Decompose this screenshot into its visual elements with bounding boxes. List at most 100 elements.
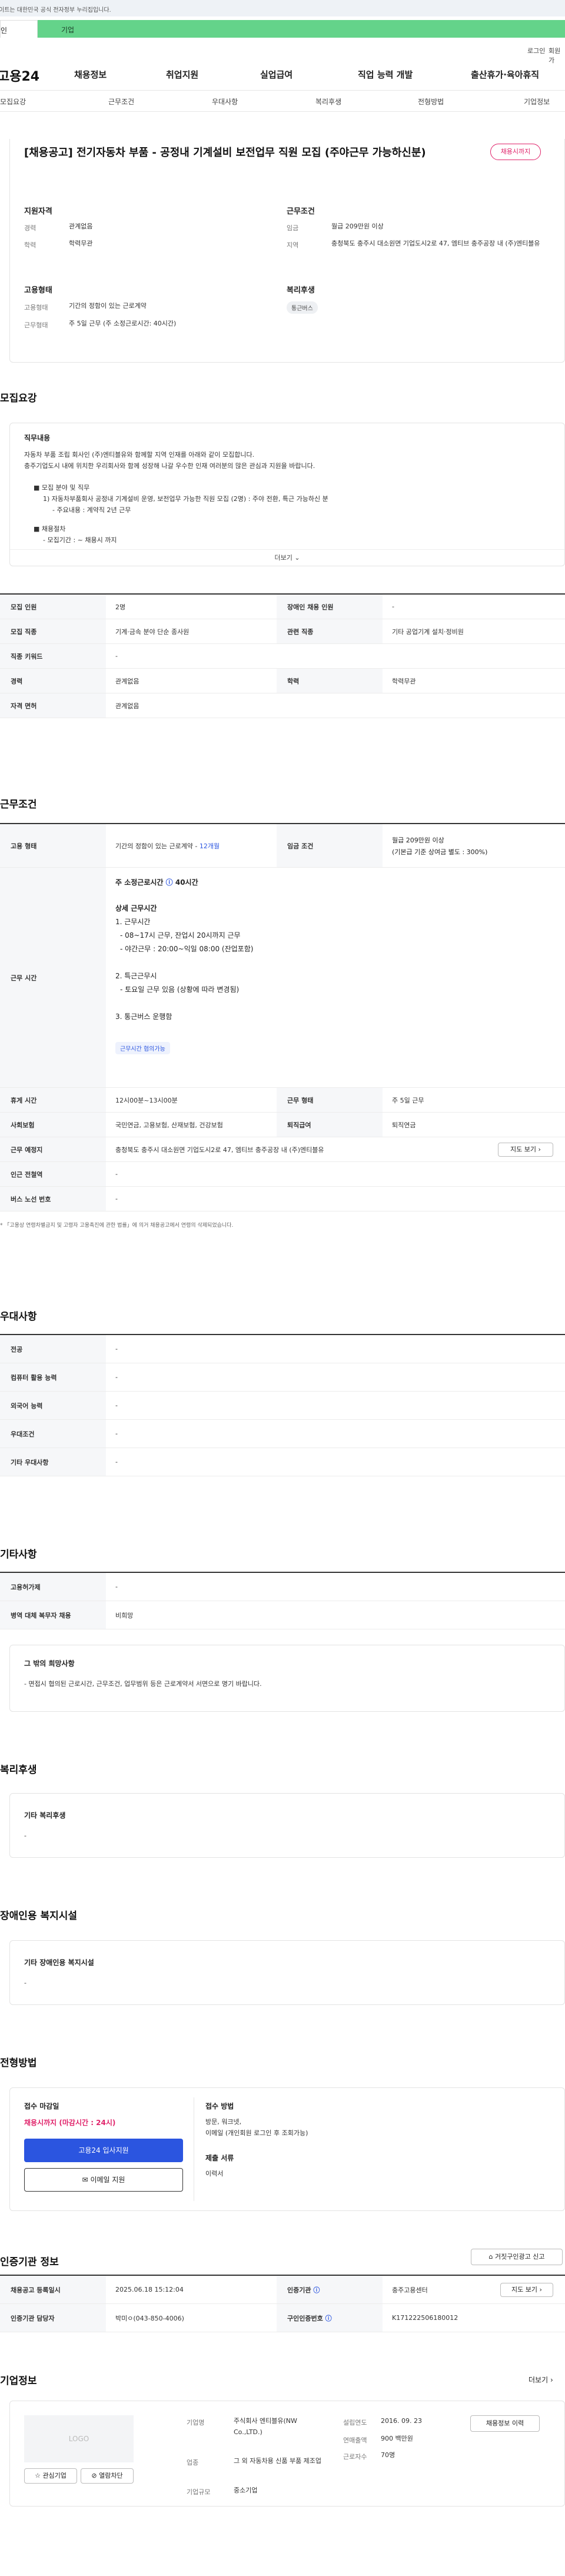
career-value: 관계없음: [69, 223, 93, 230]
method-label: 접수 방법: [205, 2102, 234, 2110]
hours-value: 주 5일 근무 (주 소정근로시간: 40시간): [69, 320, 177, 327]
hours-chip: 근무시간 협의가능: [115, 1042, 170, 1054]
method-value-2: 이메일 (개인회원 로그인 후 조회가능): [205, 2129, 308, 2137]
info-icon[interactable]: ⓘ: [166, 878, 173, 887]
table-row: 모집 인원 2명 장애인 채용 인원 -: [0, 595, 565, 619]
disab-box: 기타 장애인용 복지시설 -: [9, 1940, 565, 2005]
tab-individual[interactable]: 인: [0, 20, 38, 38]
desc-line-2: 충주기업도시 내에 위치한 우리회사와 함께 성장해 나갈 우수한 인재 여러분…: [24, 462, 315, 470]
job-desc-title: 직무내용: [24, 434, 51, 442]
tab-company[interactable]: 기업: [38, 20, 565, 38]
benefit-heading: 복리후생: [0, 1764, 37, 1776]
ben-title: 복리후생: [287, 286, 315, 295]
est-label: 설립연도: [343, 2419, 367, 2426]
table-row: 고용 형태 기간의 정함이 있는 근로계약 - 12개월 임금 조건 월급 20…: [0, 824, 565, 868]
etc-heading: 기타사항: [0, 1549, 37, 1561]
ind-value: 그 외 자동차용 신품 부품 제조업: [234, 2457, 322, 2465]
career-label: 경력: [24, 224, 36, 232]
docs-value: 이력서: [205, 2170, 224, 2177]
deadline-value: 채용시까지 (마감시간 : 24시): [24, 2119, 116, 2127]
table-row: 사회보험 국민연금, 고용보험, 산재보험, 건강보험 퇴직급여 퇴직연금: [0, 1113, 565, 1137]
est-value: 2016. 09. 23: [381, 2417, 422, 2425]
rev-label: 연매출액: [343, 2436, 367, 2444]
company-card: LOGO ☆ 관심기업 ⊘ 열람차단 기업명 주식회사 엔티블유(NW Co.,…: [9, 2401, 565, 2507]
cond-title: 근무조건: [287, 207, 315, 216]
table-row: 버스 노선 번호 -: [0, 1187, 565, 1211]
rev-value: 900 백만원: [381, 2435, 413, 2442]
table-row: 컴퓨터 활용 능력 -: [0, 1363, 565, 1392]
emp-label: 근로자수: [343, 2453, 367, 2461]
desc-line-1: 자동차 부품 조립 회사인 (주)엔티블유와 함께할 지역 인재를 아래와 같이…: [24, 451, 255, 459]
apply-button[interactable]: 고용24 입사지원: [24, 2139, 183, 2162]
edu-label: 학력: [24, 241, 36, 249]
etc-box-title: 그 밖의 희망사항: [24, 1659, 75, 1668]
subnav-benefit[interactable]: 복리후생: [315, 97, 341, 107]
table-row: 직종 키워드 -: [0, 644, 565, 669]
site-logo[interactable]: 고용24: [0, 66, 39, 85]
table-row: 채용공고 등록일시 2025.06.18 15:12:04 인증기관 ⓘ 충주고용센터…: [0, 2276, 565, 2304]
screen-heading: 전형방법: [0, 2057, 37, 2069]
table-row: 휴게 시간 12시00분~13시00분 근무 형태 주 5일 근무: [0, 1088, 565, 1113]
emp-title: 고용형태: [24, 286, 52, 295]
gnb-jobs[interactable]: 채용정보: [74, 68, 107, 81]
subnav-work[interactable]: 근무조건: [108, 97, 134, 107]
recruit-heading: 모집요강: [0, 393, 37, 404]
emptype-label: 고용형태: [24, 304, 48, 311]
table-row: 외국어 능력 -: [0, 1392, 565, 1420]
job-summary-card: [채용공고] 전기자동차 부품 - 공정내 기계설비 보전업무 직원 모집 (주…: [9, 139, 565, 363]
fav-button[interactable]: ☆ 관심기업: [24, 2468, 77, 2484]
subnav-recruit[interactable]: 모집요강: [0, 97, 26, 107]
name-value: 주식회사 엔티블유(NW Co.,LTD.): [234, 2417, 297, 2436]
gnb-leave[interactable]: 출산휴가·육아휴직: [471, 68, 539, 81]
table-row: 인근 전철역 -: [0, 1162, 565, 1187]
gnb-training[interactable]: 직업 능력 개발: [358, 68, 413, 81]
disab-box-title: 기타 장애인용 복지시설: [24, 1958, 94, 1967]
info-icon[interactable]: ⓘ: [325, 2313, 332, 2323]
hours-row: 근무 시간 주 소정근로시간 ⓘ 40시간 상세 근무시간 1. 근무시간 - …: [0, 868, 565, 1088]
report-button[interactable]: ⌂ 거짓구인광고 신고: [471, 2249, 563, 2265]
benefit-box: 기타 복리후생 -: [9, 1793, 565, 1858]
company-logo: LOGO: [24, 2415, 134, 2462]
email-apply-button[interactable]: ✉ 이메일 지원: [24, 2168, 183, 2192]
table-row: 기타 우대사항 -: [0, 1448, 565, 1476]
desc-line-4: 1) 자동차부품회사 공정내 기계설비 운영, 보전업무 가능한 직원 모집 (…: [43, 495, 328, 503]
emp-value: 70명: [381, 2451, 396, 2459]
deadline-label: 접수 마감일: [24, 2102, 59, 2110]
job-title: [채용공고] 전기자동차 부품 - 공정내 기계설비 보전업무 직원 모집 (주…: [24, 147, 426, 159]
map-button[interactable]: 지도 보기 ›: [498, 1143, 553, 1157]
top-tabs: 인 기업: [0, 16, 565, 42]
gnb-benefit[interactable]: 실업급여: [260, 68, 293, 81]
company-heading: 기업정보: [0, 2375, 37, 2387]
disab-box-text: -: [24, 1979, 26, 1987]
login-link[interactable]: 로그인: [527, 46, 545, 55]
desc-line-6: ■ 채용절차: [34, 525, 66, 533]
loc-label: 지역: [287, 241, 299, 249]
desc-line-7: - 모집기간 : ~ 채용시 까지: [43, 536, 117, 544]
deadline-badge: 채용시까지: [490, 144, 541, 160]
subnav-company[interactable]: 기업정보: [524, 97, 550, 107]
gov-banner: 이트는 대한민국 공식 전자정부 누리집입니다.: [0, 0, 565, 16]
benefit-box-text: -: [24, 1832, 26, 1840]
screen-box: 접수 마감일 채용시까지 (마감시간 : 24시) 고용24 입사지원 ✉ 이메…: [9, 2087, 565, 2211]
size-value: 중소기업: [234, 2487, 258, 2494]
gnb-support[interactable]: 취업지원: [166, 68, 198, 81]
block-button[interactable]: ⊘ 열람차단: [81, 2468, 134, 2484]
more-button[interactable]: 더보기 ⌄: [10, 549, 564, 566]
company-more-link[interactable]: 더보기 ›: [529, 2375, 553, 2385]
subnav-screen[interactable]: 전형방법: [418, 97, 444, 107]
info-icon[interactable]: ⓘ: [313, 2285, 320, 2295]
table-row: 근무 예정지 충청북도 충주시 대소원면 기업도시2로 47, 엠티브 충주공장 …: [0, 1137, 565, 1162]
table-row: 인증기관 담당자 박미ㅇ(043-850-4006) 구인인증번호 ⓘ K171222…: [0, 2304, 565, 2332]
work-heading: 근무조건: [0, 799, 37, 811]
benefit-box-title: 기타 복리후생: [24, 1811, 66, 1820]
size-label: 기업규모: [187, 2488, 211, 2496]
subnav-pref[interactable]: 우대사항: [212, 97, 238, 107]
name-label: 기업명: [187, 2419, 205, 2426]
etc-box-text: - 면접시 협의된 근로시간, 근무조건, 업무범위 등은 근로계약서 서면으로…: [24, 1680, 262, 1688]
cert-map-button[interactable]: 지도 보기 ›: [500, 2283, 553, 2297]
pref-heading: 우대사항: [0, 1311, 37, 1323]
jobs-history-button[interactable]: 채용정보 이력: [470, 2415, 540, 2432]
mail-icon: ✉: [82, 2176, 88, 2184]
utility-bar: 로그인 회원가: [0, 42, 565, 64]
wage-value: 월급 209만원 이상: [331, 223, 384, 230]
